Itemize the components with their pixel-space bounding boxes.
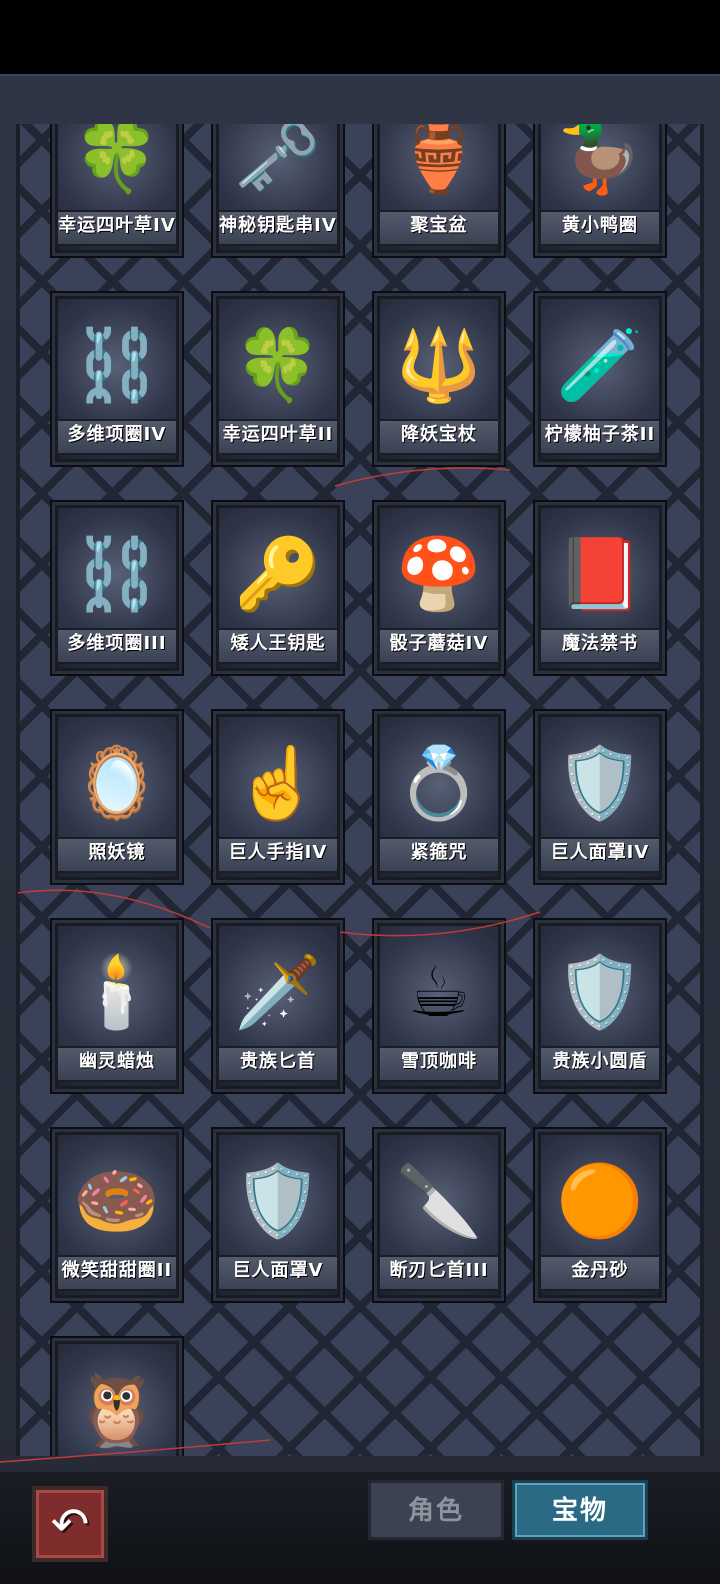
treasure-name-label: 金丹砂 [539, 1255, 661, 1291]
clover-icon: 🍀 [73, 124, 161, 197]
mushroom-icon: 🍄 [395, 533, 483, 615]
treasure-slot[interactable]: 🍄 骰子蘑菇IV [372, 500, 506, 676]
staff-icon: 🔱 [395, 324, 483, 406]
treasure-slot[interactable]: ☝️ 巨人手指IV [211, 709, 345, 885]
tab-treasure[interactable]: 宝物 [512, 1480, 648, 1540]
treasure-name-label: 雪顶咖啡 [378, 1046, 500, 1082]
treasure-slot[interactable]: 🍀 幸运四叶草II [211, 291, 345, 467]
treasure-name-label: 多维项圈III [56, 628, 178, 664]
treasure-slot[interactable]: ⛓️ 多维项圈III [50, 500, 184, 676]
spiked-collar-icon: ⛓️ [73, 533, 161, 615]
potion-icon: 🧪 [556, 324, 644, 406]
coffee-icon: ☕ [407, 951, 471, 1033]
candle-icon: 🕯️ [73, 951, 161, 1033]
treasure-name-label: 柠檬柚子茶II [539, 419, 661, 455]
treasure-name-label: 聚宝盆 [378, 210, 500, 246]
treasure-name-label: 幸运四叶草IV [56, 210, 178, 246]
back-arrow-icon: ↶ [50, 1497, 90, 1551]
treasure-name-label: 巨人手指IV [217, 837, 339, 873]
back-button[interactable]: ↶ [32, 1486, 108, 1562]
treasure-name-label: 多维项圈IV [56, 419, 178, 455]
treasure-slot[interactable]: 💍 紧箍咒 [372, 709, 506, 885]
treasure-slot[interactable]: 🦉 [50, 1336, 184, 1456]
treasure-slot[interactable]: 🛡️ 贵族小圆盾 [533, 918, 667, 1094]
treasure-bowl-icon: 🏺 [395, 124, 483, 197]
treasure-name-label: 魔法禁书 [539, 628, 661, 664]
treasure-slot[interactable]: 🪞 照妖镜 [50, 709, 184, 885]
shield-icon: 🛡️ [556, 951, 644, 1033]
treasure-name-label: 巨人面罩IV [539, 837, 661, 873]
treasure-slot[interactable]: 🍀 幸运四叶草IV [50, 124, 184, 258]
owl-icon: 🦉 [73, 1369, 161, 1451]
mask-icon: 🛡️ [234, 1160, 322, 1242]
clover-icon: 🍀 [234, 324, 322, 406]
dagger-icon: 🗡️ [234, 951, 322, 1033]
treasure-slot[interactable]: 🗝️ 神秘钥匙串IV [211, 124, 345, 258]
treasure-slot[interactable]: 🏺 聚宝盆 [372, 124, 506, 258]
treasure-name-label: 照妖镜 [56, 837, 178, 873]
treasure-name-label: 骰子蘑菇IV [378, 628, 500, 664]
treasure-name-label: 断刃匕首III [378, 1255, 500, 1291]
treasure-name-label: 神秘钥匙串IV [217, 210, 339, 246]
treasure-slot[interactable]: 🗡️ 贵族匕首 [211, 918, 345, 1094]
broken-dagger-icon: 🔪 [395, 1160, 483, 1242]
golden-orbs-icon: 🟠 [556, 1160, 644, 1242]
ring-icon: 💍 [395, 742, 483, 824]
treasure-name-label: 贵族匕首 [217, 1046, 339, 1082]
treasure-name-label: 巨人面罩V [217, 1255, 339, 1291]
donut-icon: 🍩 [73, 1160, 161, 1242]
finger-icon: ☝️ [234, 742, 322, 824]
keys-icon: 🗝️ [234, 124, 322, 197]
treasure-name-label: 紧箍咒 [378, 837, 500, 873]
key-icon: 🔑 [234, 533, 322, 615]
treasure-slot[interactable]: 🛡️ 巨人面罩IV [533, 709, 667, 885]
treasure-slot[interactable]: 🦆 黄小鸭圈 [533, 124, 667, 258]
treasure-name-label: 幸运四叶草II [217, 419, 339, 455]
treasure-slot[interactable]: 🛡️ 巨人面罩V [211, 1127, 345, 1303]
treasure-slot[interactable]: 🔑 矮人王钥匙 [211, 500, 345, 676]
status-bar [0, 0, 720, 74]
treasure-slot[interactable]: ⛓️ 多维项圈IV [50, 291, 184, 467]
tab-role[interactable]: 角色 [368, 1480, 504, 1540]
treasure-name-label: 贵族小圆盾 [539, 1046, 661, 1082]
treasure-slot[interactable]: 🍩 微笑甜甜圈II [50, 1127, 184, 1303]
treasure-slot[interactable]: 🔪 断刃匕首III [372, 1127, 506, 1303]
spiked-collar-icon: ⛓️ [73, 324, 161, 406]
treasure-name-label: 幽灵蜡烛 [56, 1046, 178, 1082]
mirror-icon: 🪞 [73, 742, 161, 824]
treasure-name-label: 微笑甜甜圈II [56, 1255, 178, 1291]
book-icon: 📕 [556, 533, 644, 615]
treasure-name-label: 矮人王钥匙 [217, 628, 339, 664]
treasure-slot[interactable]: 🕯️ 幽灵蜡烛 [50, 918, 184, 1094]
treasure-name-label: 降妖宝杖 [378, 419, 500, 455]
treasure-grid[interactable]: 🍀 幸运四叶草IV 🗝️ 神秘钥匙串IV 🏺 聚宝盆 🦆 黄小鸭圈 ⛓️ 多维项圈IV 🍀 幸运四叶草… [16, 124, 704, 1456]
treasure-slot[interactable]: 🧪 柠檬柚子茶II [533, 291, 667, 467]
treasure-slot[interactable]: 🟠 金丹砂 [533, 1127, 667, 1303]
mask-icon: 🛡️ [556, 742, 644, 824]
duck-ring-icon: 🦆 [556, 124, 644, 197]
treasure-slot[interactable]: ☕ 雪顶咖啡 [372, 918, 506, 1094]
treasure-slot[interactable]: 🔱 降妖宝杖 [372, 291, 506, 467]
treasure-slot[interactable]: 📕 魔法禁书 [533, 500, 667, 676]
treasure-name-label: 黄小鸭圈 [539, 210, 661, 246]
